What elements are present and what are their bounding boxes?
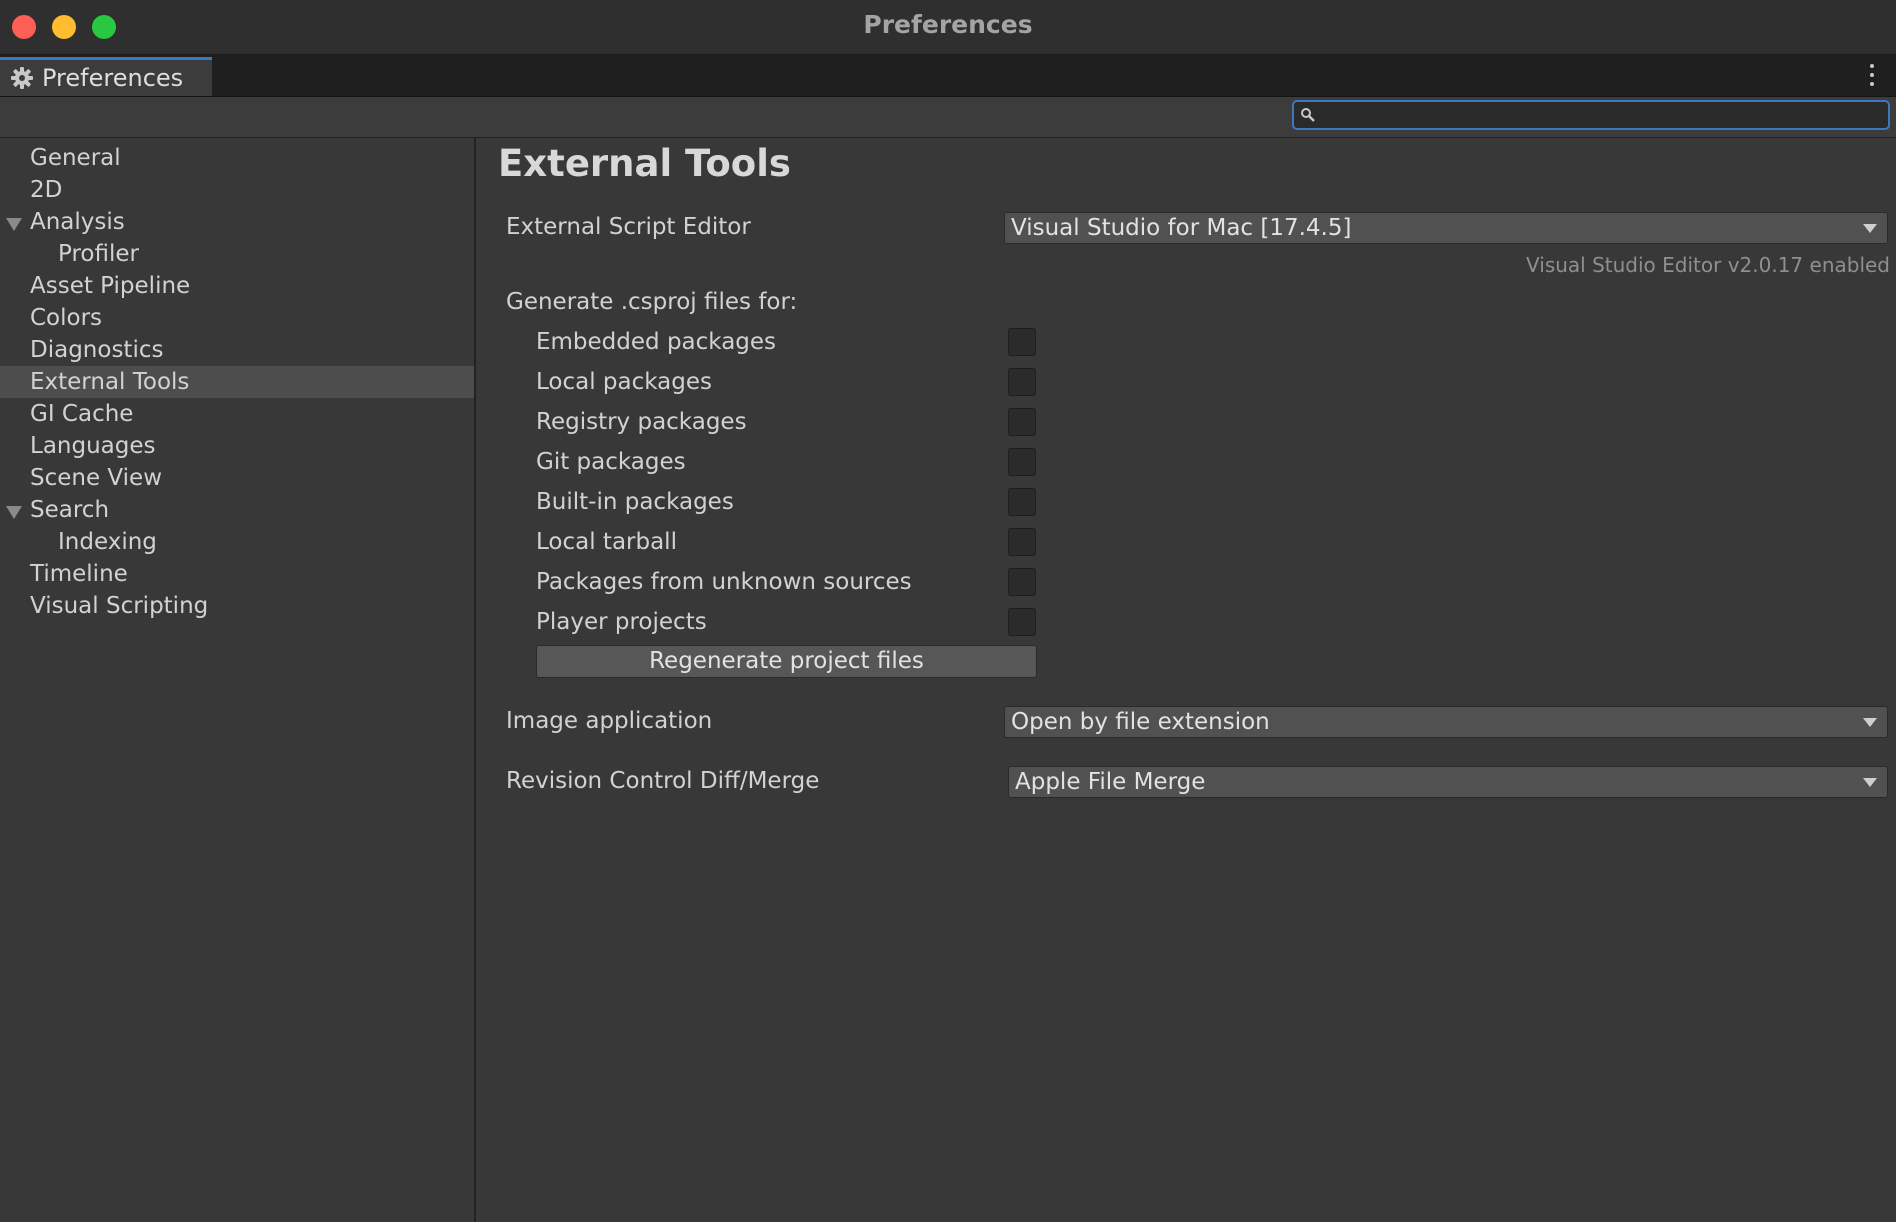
registry-packages-checkbox[interactable] bbox=[1008, 408, 1036, 436]
option-label: Local packages bbox=[536, 369, 713, 395]
revision-control-value: Apple File Merge bbox=[1015, 769, 1206, 795]
revision-control-dropdown[interactable]: Apple File Merge bbox=[1008, 766, 1888, 798]
sidebar-item-label: Profiler bbox=[58, 241, 139, 267]
sidebar-item-label: Search bbox=[30, 497, 110, 523]
option-label: Built-in packages bbox=[536, 489, 734, 515]
tab-bar: Preferences bbox=[0, 54, 1896, 97]
chevron-down-icon bbox=[1863, 718, 1877, 727]
sidebar-item-scene-view[interactable]: Scene View bbox=[0, 462, 474, 494]
sidebar-item-label: Scene View bbox=[30, 465, 163, 491]
sidebar-item-label: External Tools bbox=[30, 369, 190, 395]
script-editor-value: Visual Studio for Mac [17.4.5] bbox=[1011, 215, 1352, 241]
regenerate-project-files-button[interactable]: Regenerate project files bbox=[536, 645, 1037, 678]
search-icon bbox=[1300, 107, 1316, 123]
sidebar-item-label: 2D bbox=[30, 177, 63, 203]
sidebar-item-visual-scripting[interactable]: Visual Scripting bbox=[0, 590, 474, 622]
script-editor-label: External Script Editor bbox=[506, 214, 751, 240]
sidebar-item-indexing[interactable]: Indexing bbox=[0, 526, 474, 558]
sidebar-item-external-tools[interactable]: External Tools bbox=[0, 366, 474, 398]
sidebar-item-label: GI Cache bbox=[30, 401, 134, 427]
sidebar-item-colors[interactable]: Colors bbox=[0, 302, 474, 334]
sidebar-item-label: Asset Pipeline bbox=[30, 273, 191, 299]
option-label: Packages from unknown sources bbox=[536, 569, 912, 595]
script-editor-dropdown[interactable]: Visual Studio for Mac [17.4.5] bbox=[1004, 212, 1888, 244]
sidebar-item-label: Diagnostics bbox=[30, 337, 164, 363]
sidebar-item-label: Languages bbox=[30, 433, 156, 459]
option-label: Embedded packages bbox=[536, 329, 777, 355]
sidebar-item-label: Analysis bbox=[30, 209, 125, 235]
sidebar-item-profiler[interactable]: Profiler bbox=[0, 238, 474, 270]
main-panel: External Tools External Script Editor Vi… bbox=[476, 138, 1896, 1222]
chevron-down-icon bbox=[1863, 224, 1877, 233]
window-title: Preferences bbox=[863, 10, 1033, 39]
sidebar-item-asset-pipeline[interactable]: Asset Pipeline bbox=[0, 270, 474, 302]
sidebar-item-label: Indexing bbox=[58, 529, 157, 555]
image-application-label: Image application bbox=[506, 708, 713, 734]
csproj-label: Generate .csproj files for: bbox=[506, 289, 798, 315]
script-editor-hint: Visual Studio Editor v2.0.17 enabled bbox=[1526, 253, 1890, 277]
sidebar: General 2D Analysis Profiler Asset Pipel… bbox=[0, 138, 476, 1222]
sidebar-item-label: Visual Scripting bbox=[30, 593, 209, 619]
sidebar-item-search[interactable]: Search bbox=[0, 494, 474, 526]
image-application-dropdown[interactable]: Open by file extension bbox=[1004, 706, 1888, 738]
image-application-value: Open by file extension bbox=[1011, 709, 1270, 735]
expand-triangle-icon[interactable] bbox=[6, 506, 22, 519]
sidebar-item-gi-cache[interactable]: GI Cache bbox=[0, 398, 474, 430]
option-label: Local tarball bbox=[536, 529, 677, 555]
chevron-down-icon bbox=[1863, 778, 1877, 787]
sidebar-item-timeline[interactable]: Timeline bbox=[0, 558, 474, 590]
option-label: Player projects bbox=[536, 609, 707, 635]
gear-icon bbox=[10, 66, 34, 90]
sidebar-item-languages[interactable]: Languages bbox=[0, 430, 474, 462]
local-packages-checkbox[interactable] bbox=[1008, 368, 1036, 396]
sidebar-item-diagnostics[interactable]: Diagnostics bbox=[0, 334, 474, 366]
player-projects-checkbox[interactable] bbox=[1008, 608, 1036, 636]
sidebar-item-label: General bbox=[30, 145, 121, 171]
tab-label: Preferences bbox=[42, 64, 184, 92]
tab-preferences[interactable]: Preferences bbox=[0, 57, 212, 96]
git-packages-checkbox[interactable] bbox=[1008, 448, 1036, 476]
sidebar-item-general[interactable]: General bbox=[0, 142, 474, 174]
expand-triangle-icon[interactable] bbox=[6, 218, 22, 231]
sidebar-item-label: Timeline bbox=[30, 561, 128, 587]
sidebar-item-2d[interactable]: 2D bbox=[0, 174, 474, 206]
title-bar: Preferences bbox=[0, 0, 1896, 54]
built-in-packages-checkbox[interactable] bbox=[1008, 488, 1036, 516]
toolbar bbox=[0, 97, 1896, 138]
revision-control-label: Revision Control Diff/Merge bbox=[506, 768, 820, 794]
sidebar-item-label: Colors bbox=[30, 305, 103, 331]
page-title: External Tools bbox=[498, 142, 791, 185]
sidebar-item-analysis[interactable]: Analysis bbox=[0, 206, 474, 238]
embedded-packages-checkbox[interactable] bbox=[1008, 328, 1036, 356]
option-label: Git packages bbox=[536, 449, 686, 475]
search-box[interactable] bbox=[1292, 100, 1890, 130]
option-label: Registry packages bbox=[536, 409, 747, 435]
more-options-icon[interactable] bbox=[1868, 64, 1876, 86]
search-input[interactable] bbox=[1322, 102, 1886, 130]
local-tarball-checkbox[interactable] bbox=[1008, 528, 1036, 556]
unknown-sources-checkbox[interactable] bbox=[1008, 568, 1036, 596]
